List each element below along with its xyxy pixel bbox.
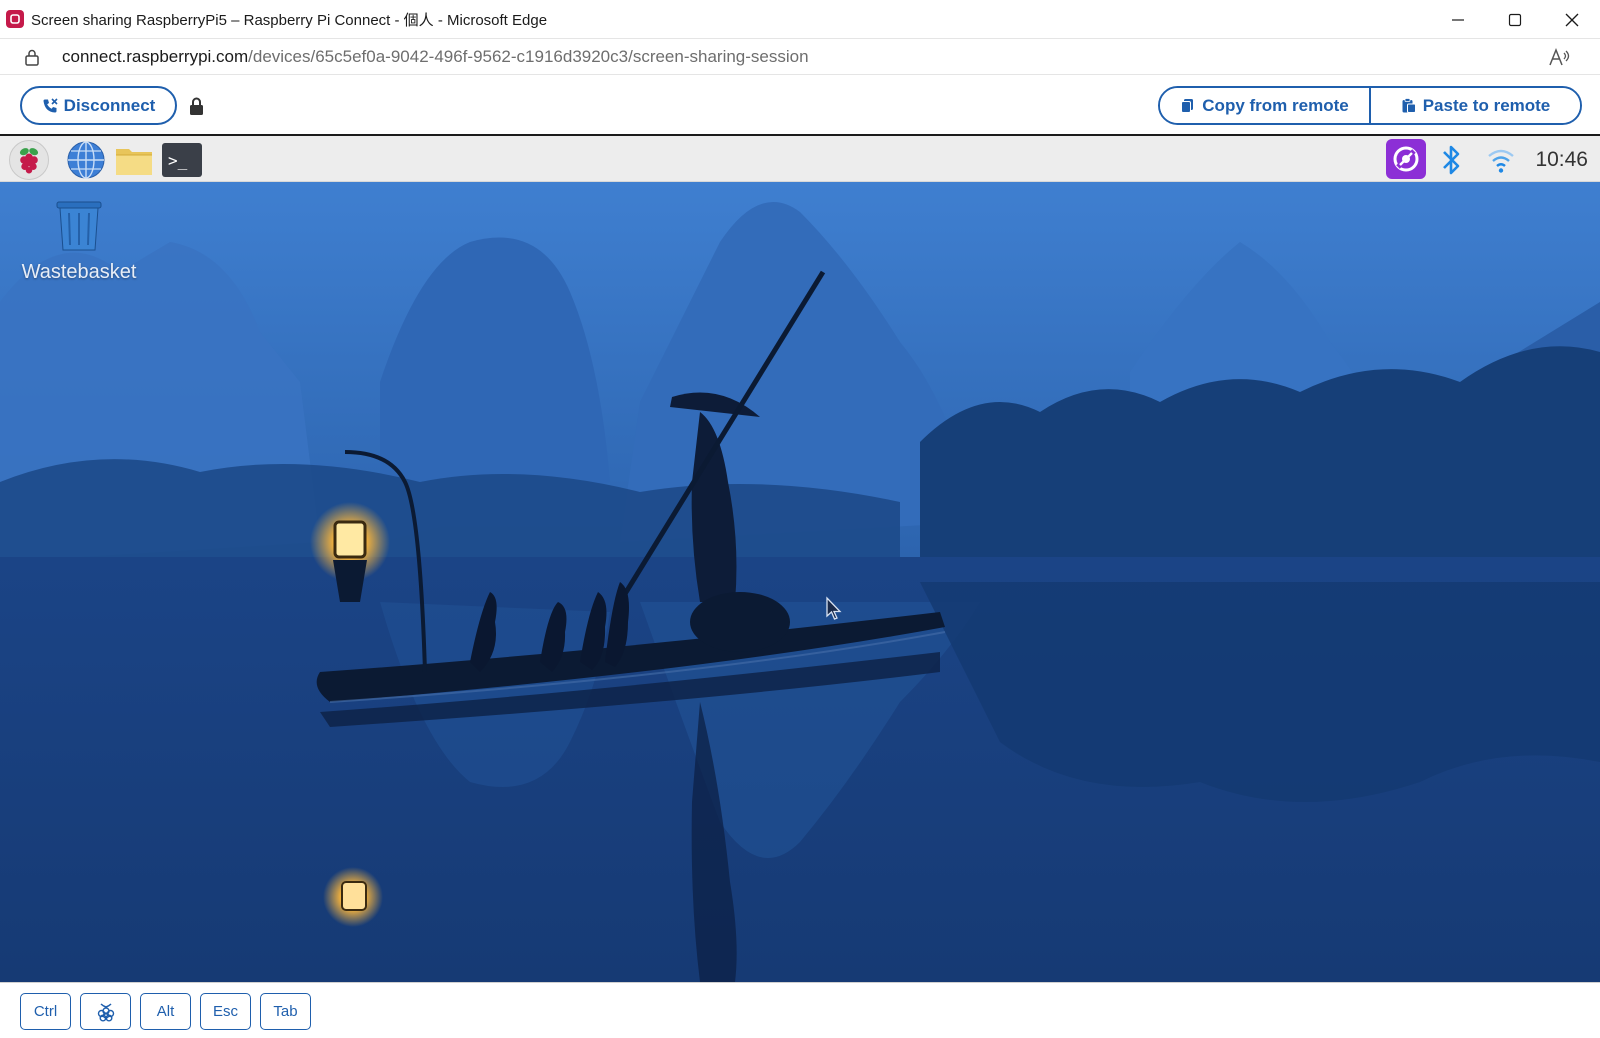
raspberry-key-button[interactable] bbox=[80, 993, 131, 1030]
taskbar-clock[interactable]: 10:46 bbox=[1535, 148, 1588, 172]
wifi-icon[interactable] bbox=[1486, 140, 1516, 180]
copy-from-remote-label: Copy from remote bbox=[1202, 95, 1349, 115]
url-host: connect.raspberrypi.com bbox=[62, 46, 249, 66]
clipboard-button-group: Copy from remote Paste to remote bbox=[1158, 86, 1582, 125]
bluetooth-icon[interactable] bbox=[1438, 140, 1464, 180]
connect-toolbar: Disconnect Copy from remote Paste to rem… bbox=[0, 75, 1600, 136]
web-browser-globe-icon[interactable] bbox=[66, 140, 106, 180]
copy-from-remote-button[interactable]: Copy from remote bbox=[1160, 88, 1371, 123]
paste-to-remote-label: Paste to remote bbox=[1422, 95, 1551, 115]
window-titlebar: Screen sharing RaspberryPi5 – Raspberry … bbox=[0, 0, 1600, 39]
disconnect-button[interactable]: Disconnect bbox=[20, 86, 177, 125]
desktop-icon-wastebasket[interactable]: Wastebasket bbox=[20, 198, 138, 284]
desktop-wallpaper bbox=[0, 182, 1600, 982]
raspberry-menu-button[interactable] bbox=[9, 140, 49, 180]
phone-disconnect-icon bbox=[43, 97, 58, 112]
tab-key-button[interactable]: Tab bbox=[260, 993, 311, 1030]
minimize-icon bbox=[1451, 18, 1464, 21]
remote-desktop-view[interactable]: >_ 10:46 Wastebasket bbox=[0, 136, 1600, 982]
file-manager-folder-icon[interactable] bbox=[114, 140, 154, 180]
paste-to-remote-button[interactable]: Paste to remote bbox=[1371, 88, 1580, 123]
wastebasket-icon bbox=[56, 201, 102, 251]
minimize-button[interactable] bbox=[1429, 0, 1486, 39]
close-button[interactable] bbox=[1543, 0, 1600, 39]
terminal-icon[interactable]: >_ bbox=[162, 143, 202, 177]
mouse-cursor-icon bbox=[826, 596, 842, 620]
window-controls bbox=[1429, 0, 1600, 39]
address-bar[interactable]: connect.raspberrypi.com/devices/65c5ef0a… bbox=[0, 39, 1600, 75]
esc-key-button[interactable]: Esc bbox=[200, 993, 251, 1030]
raspberry-pi-logo-icon bbox=[19, 148, 39, 174]
special-keys-bar: Ctrl Alt Esc Tab bbox=[0, 982, 1600, 1038]
maximize-button[interactable] bbox=[1486, 0, 1543, 39]
secure-session-lock-icon bbox=[190, 97, 203, 115]
remote-taskbar: >_ 10:46 bbox=[0, 136, 1600, 182]
clipboard-paste-icon bbox=[1402, 98, 1416, 113]
maximize-icon bbox=[1508, 13, 1521, 26]
window-title: Screen sharing RaspberryPi5 – Raspberry … bbox=[31, 11, 548, 29]
clipboard-copy-icon bbox=[1181, 99, 1194, 113]
disconnect-label: Disconnect bbox=[63, 95, 156, 115]
alt-key-button[interactable]: Alt bbox=[140, 993, 191, 1030]
close-icon bbox=[1565, 13, 1578, 26]
url-path: /devices/65c5ef0a-9042-496f-9562-c1916d3… bbox=[248, 46, 809, 66]
url-text[interactable]: connect.raspberrypi.com/devices/65c5ef0a… bbox=[62, 47, 809, 67]
raspberry-pi-connect-favicon-icon bbox=[6, 10, 24, 28]
raspberry-pi-connect-tray-icon[interactable] bbox=[1386, 139, 1426, 179]
site-info-lock-icon[interactable] bbox=[24, 48, 40, 66]
wastebasket-label: Wastebasket bbox=[21, 261, 137, 283]
read-aloud-icon[interactable] bbox=[1548, 47, 1570, 67]
raspberry-pi-key-icon bbox=[97, 1002, 114, 1021]
ctrl-key-button[interactable]: Ctrl bbox=[20, 993, 71, 1030]
